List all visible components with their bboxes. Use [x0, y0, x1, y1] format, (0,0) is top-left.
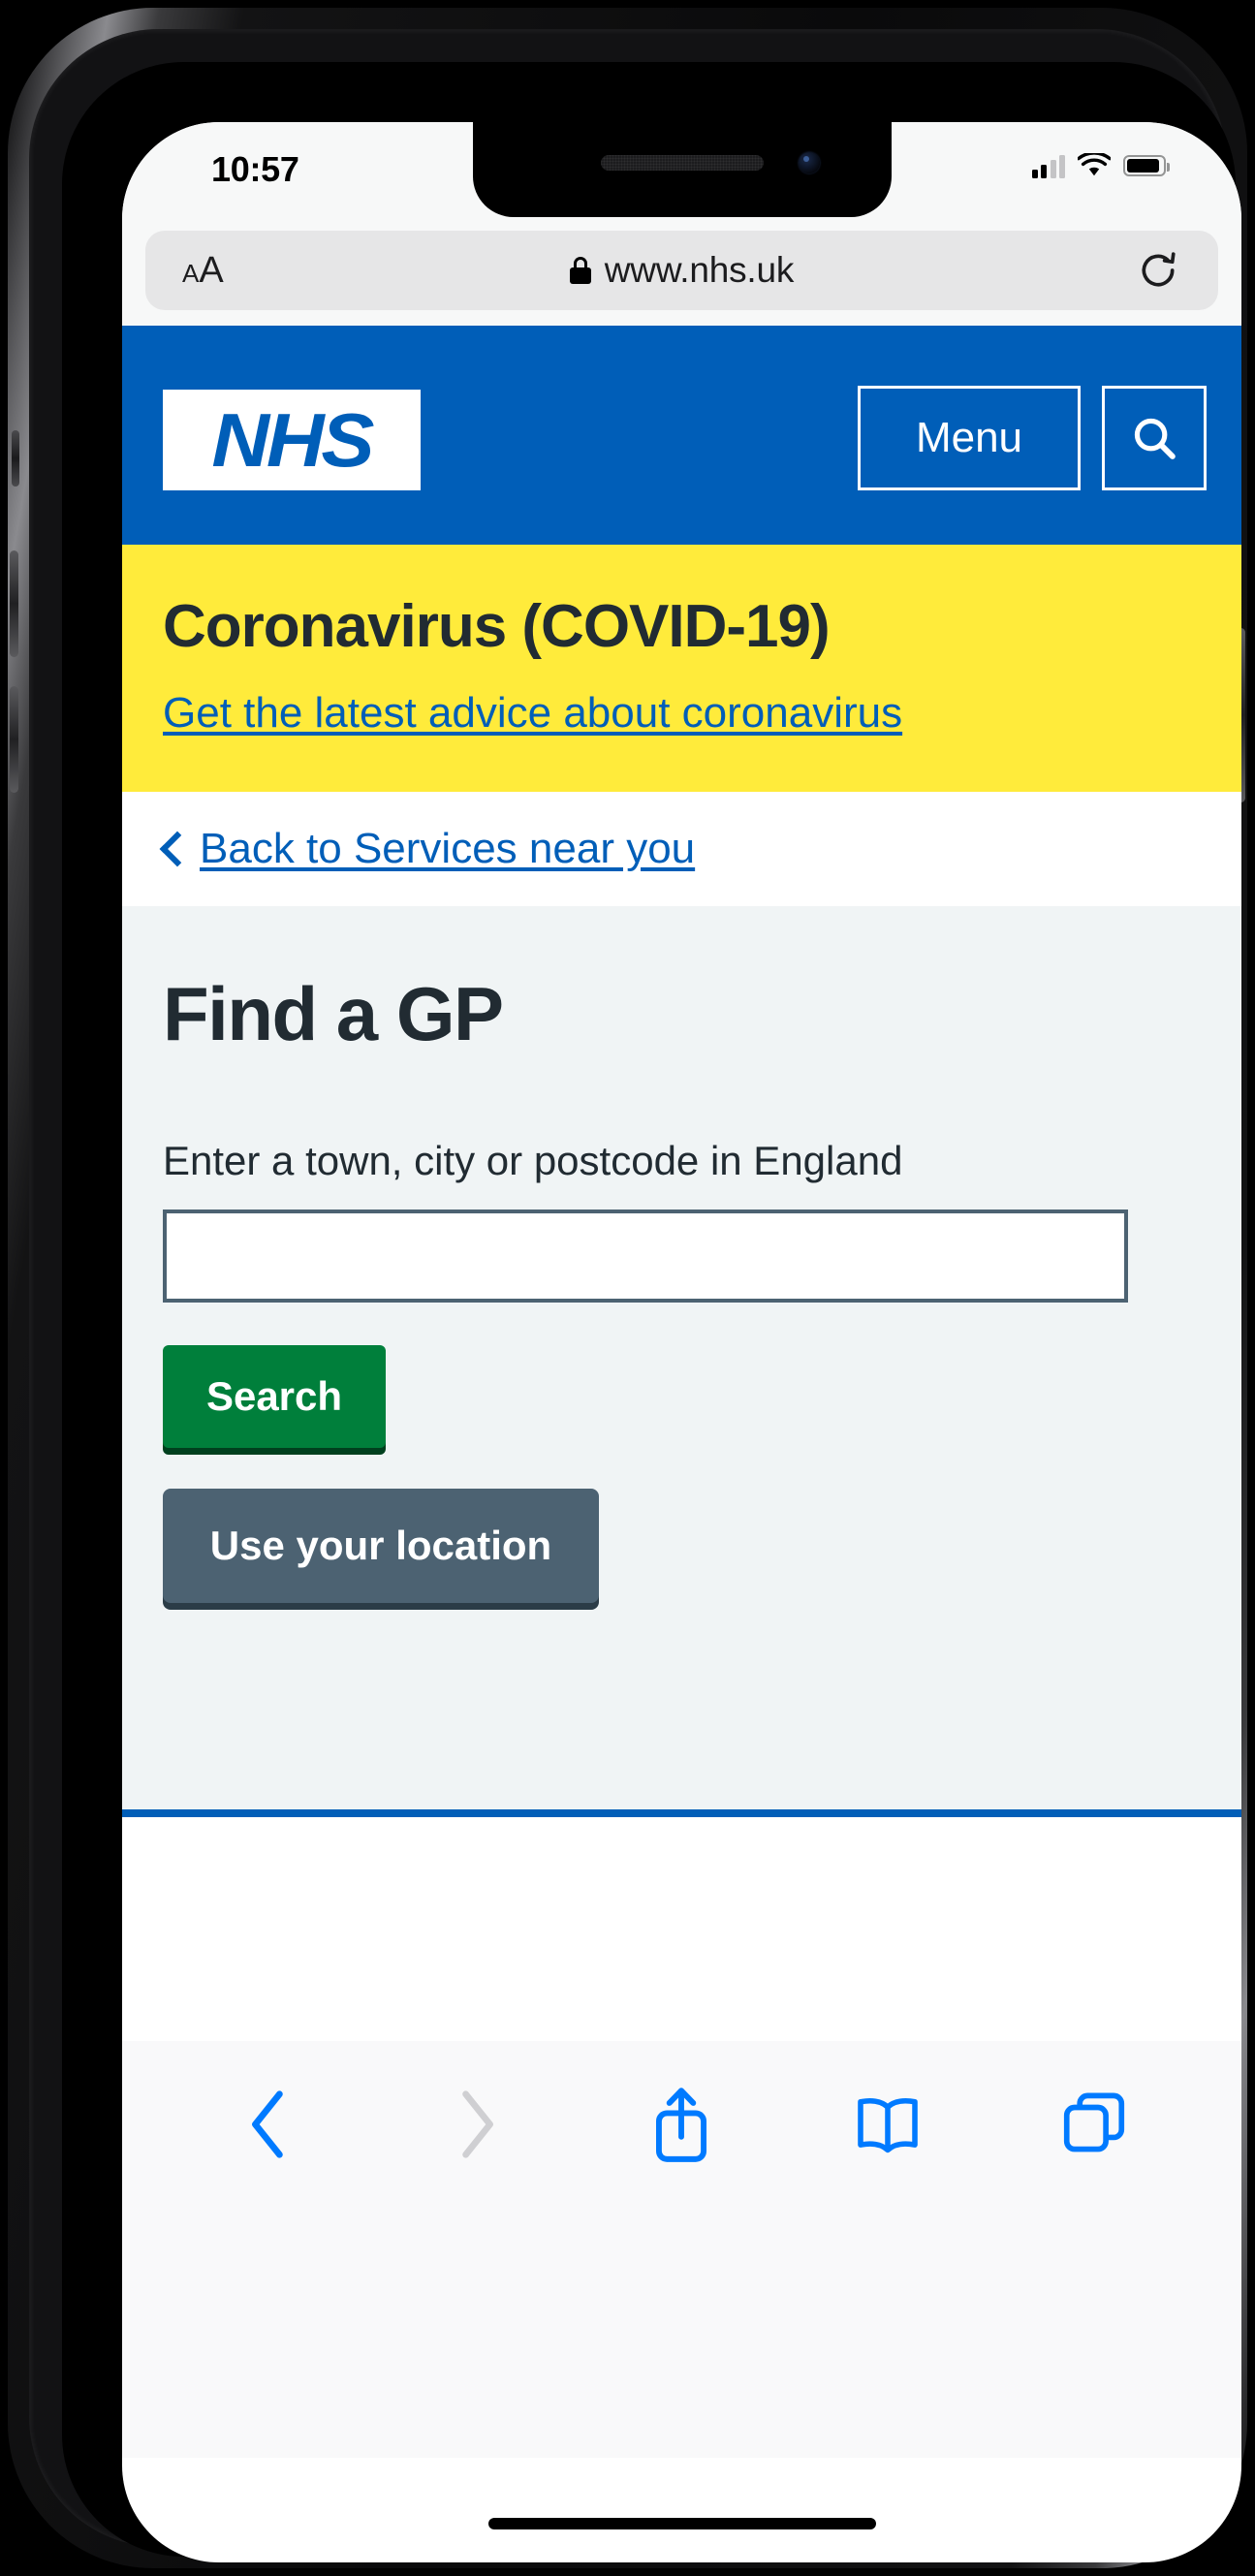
volume-down-button[interactable]: [10, 686, 18, 793]
location-field-label: Enter a town, city or postcode in Englan…: [163, 1138, 903, 1184]
menu-button-label: Menu: [915, 414, 1023, 461]
chevron-left-icon: [163, 832, 182, 865]
search-button-label: Search: [205, 1373, 343, 1420]
back-to-services-link[interactable]: Back to Services near you: [200, 825, 695, 873]
header-buttons: Menu: [858, 386, 1207, 490]
address-bar-content: www.nhs.uk: [145, 250, 1218, 291]
coronavirus-banner: Coronavirus (COVID-19) Get the latest ad…: [122, 545, 1241, 793]
tabs-button[interactable]: [1050, 2080, 1139, 2169]
address-bar[interactable]: AA www.nhs.uk: [145, 231, 1218, 310]
back-button[interactable]: [225, 2080, 314, 2169]
site-search-button[interactable]: [1102, 386, 1207, 490]
book-icon: [858, 2098, 918, 2153]
use-your-location-button[interactable]: Use your location: [163, 1489, 599, 1604]
phone-frame-mid: 10:57 AA www.nhs.uk NHS Menu Coronavirus…: [29, 29, 1241, 2562]
bookmarks-button[interactable]: [843, 2080, 932, 2169]
lock-icon: [569, 257, 591, 284]
share-icon: [656, 2088, 707, 2162]
breadcrumb[interactable]: Back to Services near you: [122, 792, 1241, 907]
notch: [472, 122, 892, 217]
use-your-location-label: Use your location: [209, 1523, 552, 1569]
coronavirus-banner-title: Coronavirus (COVID-19): [163, 593, 831, 660]
reload-icon[interactable]: [1137, 249, 1179, 292]
nhs-logo[interactable]: NHS: [163, 390, 421, 490]
panel-bottom-rule: [122, 1809, 1241, 1818]
home-indicator[interactable]: [487, 2518, 876, 2529]
earpiece-speaker: [600, 155, 764, 171]
browser-toolbar-bottom: [122, 2041, 1241, 2458]
search-icon: [1134, 418, 1176, 459]
wifi-icon: [1078, 153, 1111, 176]
cellular-signal-icon: [1031, 153, 1065, 178]
volume-up-button[interactable]: [10, 550, 18, 657]
chevron-left-icon: [252, 2090, 284, 2158]
coronavirus-advice-link[interactable]: Get the latest advice about coronavirus: [163, 689, 902, 738]
location-search-input[interactable]: [163, 1209, 1128, 1304]
tabs-icon: [1063, 2092, 1124, 2152]
status-time: 10:57: [211, 149, 299, 189]
front-camera: [798, 152, 820, 173]
browser-chrome-top: AA www.nhs.uk: [122, 217, 1241, 326]
status-icons: [1031, 153, 1170, 178]
phone-frame-outer: 10:57 AA www.nhs.uk NHS Menu Coronavirus…: [8, 8, 1247, 2568]
screenshot-root: 10:57 AA www.nhs.uk NHS Menu Coronavirus…: [0, 0, 1255, 2576]
nhs-site-header: NHS Menu: [122, 326, 1241, 545]
chevron-right-icon: [462, 2090, 493, 2158]
url-text: www.nhs.uk: [604, 250, 795, 290]
phone-screen: 10:57 AA www.nhs.uk NHS Menu Coronavirus…: [122, 122, 1241, 2562]
webview: NHS Menu Coronavirus (COVID-19) Get the …: [122, 326, 1241, 2041]
page-title: Find a GP: [163, 971, 504, 1057]
search-button[interactable]: Search: [163, 1345, 386, 1449]
find-a-gp-panel: Find a GP Enter a town, city or postcode…: [122, 906, 1241, 1818]
forward-button: [431, 2080, 520, 2169]
phone-bezel: 10:57 AA www.nhs.uk NHS Menu Coronavirus…: [62, 62, 1241, 2562]
share-button[interactable]: [637, 2080, 726, 2169]
silent-switch[interactable]: [12, 430, 19, 487]
nhs-logo-text: NHS: [211, 396, 374, 483]
menu-button[interactable]: Menu: [858, 386, 1081, 490]
battery-icon: [1123, 155, 1170, 176]
